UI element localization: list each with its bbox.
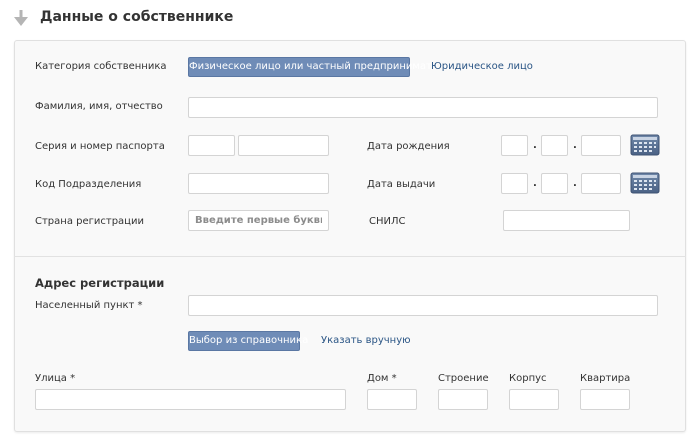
- block-label: Корпус: [509, 373, 547, 384]
- calendar-icon[interactable]: [630, 134, 660, 156]
- locality-label: Населенный пункт *: [35, 300, 143, 311]
- manual-entry-link[interactable]: Указать вручную: [321, 335, 411, 346]
- directory-select-button[interactable]: Выбор из справочника: [188, 331, 308, 351]
- apartment-input[interactable]: [580, 389, 630, 410]
- house-label: Дом *: [367, 373, 397, 384]
- birth-date-label: Дата рождения: [367, 141, 450, 152]
- issue-day-input[interactable]: [501, 173, 528, 194]
- building-input[interactable]: [438, 389, 488, 410]
- building-label: Строение: [438, 373, 489, 384]
- address-section-title: Адрес регистрации: [35, 276, 165, 290]
- birth-month-input[interactable]: [541, 135, 568, 156]
- apartment-label: Квартира: [580, 373, 631, 384]
- birth-year-input[interactable]: [581, 135, 621, 156]
- date-separator: .: [533, 140, 537, 151]
- date-separator: .: [573, 178, 577, 189]
- issue-month-input[interactable]: [541, 173, 568, 194]
- section-divider: [14, 256, 686, 257]
- page-title: Данные о собственнике: [40, 9, 234, 25]
- locality-input[interactable]: [188, 295, 658, 316]
- category-individual-button[interactable]: Физическое лицо или частный предпринимат…: [188, 57, 450, 77]
- section-header: Данные о собственнике: [0, 0, 700, 40]
- street-label: Улица *: [35, 373, 76, 384]
- category-label: Категория собственника: [35, 61, 167, 72]
- date-separator: .: [573, 140, 577, 151]
- fullname-label: Фамилия, имя, отчество: [35, 101, 163, 112]
- passport-number-input[interactable]: [238, 135, 329, 156]
- calendar-icon[interactable]: [630, 172, 660, 194]
- passport-label: Серия и номер паспорта: [35, 141, 165, 152]
- arrow-down-icon[interactable]: [14, 10, 28, 26]
- issue-year-input[interactable]: [581, 173, 621, 194]
- street-input[interactable]: [35, 389, 346, 410]
- house-input[interactable]: [367, 389, 417, 410]
- country-input[interactable]: [188, 210, 329, 231]
- fullname-input[interactable]: [188, 97, 658, 118]
- birth-day-input[interactable]: [501, 135, 528, 156]
- category-legal-entity-link[interactable]: Юридическое лицо: [431, 61, 533, 72]
- dept-code-label: Код Подразделения: [35, 179, 142, 190]
- block-input[interactable]: [509, 389, 559, 410]
- passport-series-input[interactable]: [188, 135, 235, 156]
- date-separator: .: [533, 178, 537, 189]
- issue-date-label: Дата выдачи: [367, 179, 436, 190]
- snils-input[interactable]: [503, 210, 630, 231]
- country-label: Страна регистрации: [35, 216, 144, 227]
- snils-label: СНИЛС: [369, 216, 406, 227]
- dept-code-input[interactable]: [188, 173, 329, 194]
